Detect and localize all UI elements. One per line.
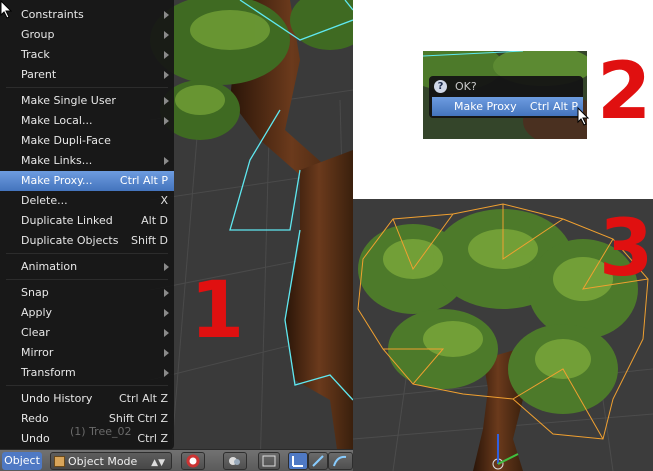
menu-item-transform[interactable]: Transform (0, 363, 174, 383)
menu-item-clear[interactable]: Clear (0, 323, 174, 343)
menu-item-label: Undo History (21, 392, 93, 405)
menu-item-label: Duplicate Linked (21, 214, 113, 227)
step-number-2: 2 (597, 47, 652, 137)
menu-item-label: Track (21, 48, 50, 61)
menu-item-undo-history[interactable]: Undo History Ctrl Alt Z (0, 389, 174, 409)
menu-item-duplicate-objects[interactable]: Duplicate Objects Shift D (0, 231, 174, 251)
submenu-arrow-icon (164, 11, 169, 19)
menu-item-label: Duplicate Objects (21, 234, 119, 247)
mouse-cursor-icon (577, 107, 590, 126)
menu-item-duplicate-linked[interactable]: Duplicate Linked Alt D (0, 211, 174, 231)
menu-item-shortcut: Ctrl Alt P (119, 174, 168, 187)
make-proxy-confirm-shortcut: Ctrl Alt P (529, 100, 578, 113)
menu-item-label: Group (21, 28, 55, 41)
object-mode-icon (54, 456, 65, 467)
object-menu: Constraints Group Track Parent Make Single U… (0, 0, 174, 450)
step-number-1: 1 (190, 266, 245, 356)
menu-item-animation[interactable]: Animation (0, 257, 174, 277)
submenu-arrow-icon (164, 309, 169, 317)
menu-item-make-links[interactable]: Make Links... (0, 151, 174, 171)
viewport-panel-2: ? OK? Make Proxy Ctrl Alt P (423, 51, 587, 139)
menu-item-label: Make Single User (21, 94, 116, 107)
submenu-arrow-icon (164, 51, 169, 59)
menu-item-label: Transform (21, 366, 76, 379)
manipulator-toggle-icon[interactable] (288, 452, 308, 470)
question-icon: ? (434, 80, 447, 93)
make-proxy-confirm-label: Make Proxy (454, 100, 517, 113)
menu-item-label: Constraints (21, 8, 84, 21)
menu-item-label: Make Proxy... (21, 174, 93, 187)
viewport-panel-1[interactable]: Constraints Group Track Parent Make Single U… (0, 0, 353, 471)
menu-item-parent[interactable]: Parent (0, 65, 174, 85)
viewport-shading-button[interactable] (181, 452, 205, 470)
mode-selector[interactable]: Object Mode ▲▼ (50, 452, 172, 470)
menu-item-snap[interactable]: Snap (0, 283, 174, 303)
menu-item-label: Make Links... (21, 154, 93, 167)
menu-item-group[interactable]: Group (0, 25, 174, 45)
menu-item-make-dupli-face[interactable]: Make Dupli-Face (0, 131, 174, 151)
menu-item-shortcut: Shift D (131, 234, 168, 247)
submenu-arrow-icon (164, 329, 169, 337)
translate-manipulator-icon[interactable] (308, 452, 328, 470)
popup-title: OK? (455, 80, 477, 93)
menu-item-shortcut: Alt D (141, 214, 168, 227)
menu-item-apply[interactable]: Apply (0, 303, 174, 323)
menu-item-shortcut: Ctrl Alt Z (119, 392, 168, 405)
menu-item-make-proxy[interactable]: Make Proxy... Ctrl Alt P (0, 171, 174, 191)
mouse-cursor-icon (0, 0, 13, 19)
make-proxy-confirm-item[interactable]: Make Proxy Ctrl Alt P (432, 97, 583, 116)
menu-item-mirror[interactable]: Mirror (0, 343, 174, 363)
submenu-arrow-icon (164, 31, 169, 39)
menu-item-label: Clear (21, 326, 50, 339)
menu-item-label: Apply (21, 306, 53, 319)
snap-options-button[interactable] (258, 452, 280, 470)
submenu-arrow-icon (164, 369, 169, 377)
submenu-arrow-icon (164, 117, 169, 125)
menu-item-label: Mirror (21, 346, 54, 359)
menu-item-label: Delete... (21, 194, 68, 207)
object-name-label: (1) Tree_02 (70, 425, 132, 438)
confirm-popup: ? OK? Make Proxy Ctrl Alt P (429, 76, 583, 118)
updown-arrows-icon: ▲▼ (151, 458, 165, 468)
menu-item-label: Snap (21, 286, 49, 299)
menu-item-label: Parent (21, 68, 57, 81)
mode-selector-label: Object Mode (68, 455, 138, 468)
menu-item-delete[interactable]: Delete... X (0, 191, 174, 211)
submenu-arrow-icon (164, 349, 169, 357)
submenu-arrow-icon (164, 71, 169, 79)
rotate-manipulator-icon[interactable] (328, 452, 353, 470)
menu-item-label: Make Local... (21, 114, 93, 127)
menu-item-label: Animation (21, 260, 78, 273)
menu-item-shortcut: Ctrl Z (137, 432, 168, 445)
menu-item-constraints[interactable]: Constraints (0, 5, 174, 25)
menu-item-label: Undo (21, 432, 50, 445)
step-number-3: 3 (599, 204, 653, 294)
menu-item-label: Redo (21, 412, 49, 425)
menu-item-make-local[interactable]: Make Local... (0, 111, 174, 131)
menu-item-label: Make Dupli-Face (21, 134, 111, 147)
pivot-point-button[interactable] (223, 452, 247, 470)
menu-item-make-single-user[interactable]: Make Single User (0, 91, 174, 111)
submenu-arrow-icon (164, 97, 169, 105)
menu-item-track[interactable]: Track (0, 45, 174, 65)
viewport-header-bar: Object Object Mode ▲▼ (0, 449, 353, 471)
submenu-arrow-icon (164, 263, 169, 271)
submenu-arrow-icon (164, 289, 169, 297)
submenu-arrow-icon (164, 157, 169, 165)
object-menu-button[interactable]: Object (2, 452, 42, 470)
menu-item-shortcut: X (160, 194, 168, 207)
